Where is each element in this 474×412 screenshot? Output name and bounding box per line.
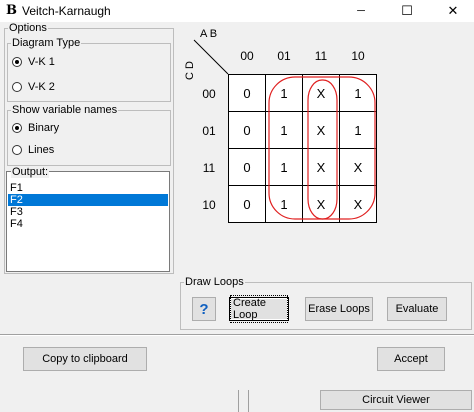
kmap-cell[interactable]: 1	[339, 111, 377, 149]
kmap-cell[interactable]: 1	[339, 74, 377, 112]
kmap-cell[interactable]: 1	[265, 185, 303, 223]
close-button[interactable]: ✕	[430, 0, 474, 22]
radio-vk2-indicator[interactable]	[12, 82, 22, 92]
output-item-f3[interactable]: F3	[8, 206, 168, 218]
accept-button[interactable]: Accept	[377, 347, 445, 371]
col-header-11: 11	[314, 49, 328, 63]
kmap-cell[interactable]: X	[339, 185, 377, 223]
kmap-cell[interactable]: 0	[228, 111, 266, 149]
diagram-type-title: Diagram Type	[11, 37, 82, 49]
radio-binary[interactable]: Binary	[12, 122, 59, 134]
copy-to-clipboard-button[interactable]: Copy to clipboard	[23, 347, 147, 371]
output-item-f2[interactable]: F2	[8, 194, 168, 206]
draw-loops-title: Draw Loops	[184, 276, 245, 288]
accept-label: Accept	[394, 353, 428, 365]
kmap-cell[interactable]: 1	[265, 111, 303, 149]
help-button[interactable]: ?	[192, 297, 216, 321]
col-var-label: A B	[200, 28, 218, 40]
variable-names-group	[7, 110, 171, 166]
background-window-border-2	[248, 390, 249, 412]
kmap-cell[interactable]: 1	[265, 74, 303, 112]
radio-binary-indicator[interactable]	[12, 123, 22, 133]
row-var-label: C D	[184, 61, 196, 80]
title-bar: B Veitch-Karnaugh ─ ☐ ✕	[0, 0, 474, 22]
col-header-00: 00	[240, 49, 254, 63]
kmap-cell[interactable]: 0	[228, 185, 266, 223]
app-icon: B	[6, 3, 17, 18]
row-header-01: 01	[202, 124, 216, 138]
evaluate-button[interactable]: Evaluate	[387, 297, 447, 321]
radio-binary-label: Binary	[28, 122, 60, 134]
close-icon: ✕	[447, 3, 459, 18]
kmap-cell[interactable]: X	[339, 148, 377, 186]
maximize-button[interactable]: ☐	[384, 0, 430, 22]
kmap-cell[interactable]: X	[302, 74, 340, 112]
minimize-icon: ─	[357, 5, 365, 17]
window-title: Veitch-Karnaugh	[22, 4, 111, 18]
col-header-01: 01	[277, 49, 291, 63]
kmap-cell[interactable]: 0	[228, 74, 266, 112]
radio-lines-label: Lines	[28, 144, 55, 156]
background-window-border	[238, 390, 239, 412]
col-header-10: 10	[351, 49, 365, 63]
create-loop-label: Create Loop	[230, 295, 288, 323]
evaluate-label: Evaluate	[395, 303, 439, 315]
question-icon: ?	[199, 300, 209, 318]
footer-separator-highlight	[0, 335, 474, 336]
copy-to-clipboard-label: Copy to clipboard	[42, 353, 128, 365]
diagram-type-group	[7, 43, 171, 102]
options-title: Options	[8, 22, 48, 34]
row-header-11: 11	[202, 161, 216, 175]
output-listbox[interactable]: F1 F2 F3 F4	[6, 171, 170, 272]
background-window-strip: Circuit Viewer	[0, 390, 474, 412]
create-loop-button[interactable]: Create Loop	[229, 295, 289, 323]
kmap-cell[interactable]: 0	[228, 148, 266, 186]
kmap-cell[interactable]: X	[302, 111, 340, 149]
row-header-00: 00	[202, 87, 216, 101]
output-item-f4[interactable]: F4	[8, 218, 168, 230]
minimize-button[interactable]: ─	[338, 0, 384, 22]
radio-lines[interactable]: Lines	[12, 144, 54, 156]
circuit-viewer-label: Circuit Viewer	[362, 394, 430, 406]
kmap-cell[interactable]: X	[302, 185, 340, 223]
output-item-f1[interactable]: F1	[8, 182, 168, 194]
circuit-viewer-tab[interactable]: Circuit Viewer	[320, 390, 472, 410]
radio-lines-indicator[interactable]	[12, 145, 22, 155]
radio-vk1-label: V-K 1	[28, 56, 55, 68]
radio-vk2[interactable]: V-K 2	[12, 81, 55, 93]
erase-loops-label: Erase Loops	[308, 303, 370, 315]
kmap-cell[interactable]: 1	[265, 148, 303, 186]
erase-loops-button[interactable]: Erase Loops	[305, 297, 373, 321]
kmap-cell[interactable]: X	[302, 148, 340, 186]
row-header-10: 10	[202, 198, 216, 212]
output-title: Output:	[11, 166, 50, 178]
radio-vk1[interactable]: V-K 1	[12, 56, 55, 68]
maximize-icon: ☐	[401, 3, 413, 18]
radio-vk1-indicator[interactable]	[12, 57, 22, 67]
variable-names-title: Show variable names	[11, 104, 119, 116]
radio-vk2-label: V-K 2	[28, 81, 55, 93]
